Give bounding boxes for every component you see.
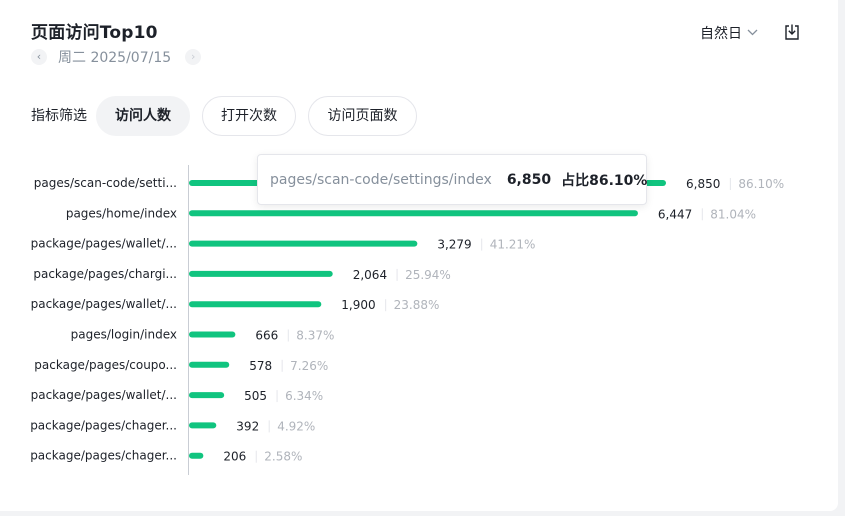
bar [189, 240, 418, 247]
percent-label: 81.04% [710, 207, 756, 221]
bar [189, 361, 230, 368]
category-label: package/pages/wallet/... [31, 388, 177, 402]
category-label: package/pages/wallet/... [31, 297, 177, 311]
tooltip-value: 6,850 [506, 171, 552, 188]
value-label: 505 [244, 389, 267, 403]
percent-label: 2.58% [264, 450, 302, 464]
value-label: 3,279 [437, 238, 471, 252]
value-label: 206 [223, 450, 246, 464]
percent-label: 8.37% [296, 329, 334, 343]
tooltip-percent: 占比86.10% [561, 172, 648, 189]
percent-label: 25.94% [405, 268, 451, 282]
percent-label: 41.21% [490, 238, 536, 252]
bar [189, 331, 236, 338]
category-label: pages/home/index [66, 206, 177, 220]
percent-label: 86.10% [738, 177, 784, 191]
percent-label: 6.34% [285, 389, 323, 403]
bar [189, 210, 638, 217]
percent-label: 23.88% [394, 298, 440, 312]
category-label: package/pages/chargi... [33, 267, 177, 281]
value-label: 6,850 [686, 177, 720, 191]
percent-label: 4.92% [277, 419, 315, 433]
value-label: 666 [255, 329, 278, 343]
chart-tooltip: pages/scan-code/settings/index 6,850 占比8… [257, 154, 647, 205]
bar [189, 422, 217, 429]
category-label: package/pages/coupo... [34, 358, 177, 372]
bar [189, 301, 322, 308]
category-label: package/pages/chager... [30, 418, 177, 432]
category-label: package/pages/chager... [30, 449, 177, 463]
value-label: 392 [236, 419, 259, 433]
category-label: package/pages/wallet/... [31, 237, 177, 251]
bar-chart: pages/scan-code/setti... 6,850 86.10% pages… [30, 165, 784, 475]
tooltip-page-name: pages/scan-code/settings/index [270, 171, 492, 188]
value-label: 2,064 [353, 268, 387, 282]
value-label: 578 [249, 359, 272, 373]
value-label: 1,900 [341, 298, 375, 312]
percent-label: 7.26% [290, 359, 328, 373]
bar [189, 270, 333, 277]
category-label: pages/login/index [71, 328, 177, 342]
category-label: pages/scan-code/setti... [34, 176, 177, 190]
bar [189, 452, 204, 459]
value-label: 6,447 [658, 207, 692, 221]
bar [189, 392, 225, 399]
